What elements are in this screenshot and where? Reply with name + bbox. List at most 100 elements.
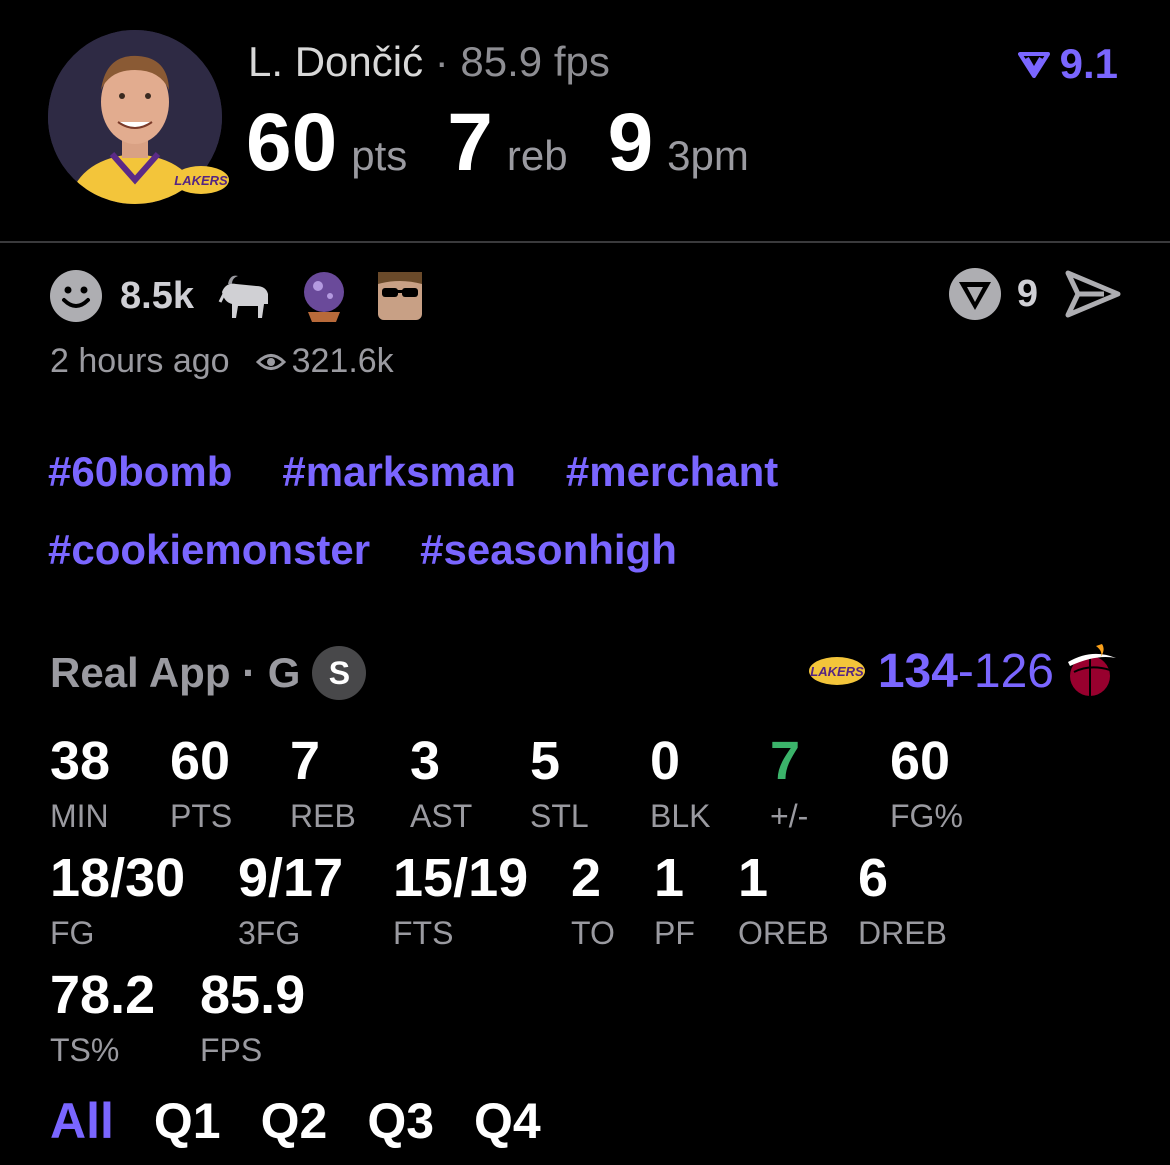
stat-label: STL [530, 798, 589, 834]
rebounds-unit: reb [506, 132, 568, 179]
send-icon[interactable] [1064, 269, 1122, 319]
post-actions: 9 [947, 266, 1122, 322]
post-time: 2 hours ago [50, 342, 230, 380]
goat-icon[interactable] [216, 268, 274, 324]
stat-label: AST [410, 798, 473, 834]
stat-value: 7 [770, 731, 801, 791]
view-count-value: 321.6k [291, 342, 394, 380]
source-line: Real App · G S [50, 646, 367, 700]
stat-label: FPS [200, 1032, 263, 1068]
heat-logo-icon [1068, 644, 1116, 696]
stat-value: 18/30 [50, 848, 186, 908]
fantasy-points: 85.9 fps [460, 38, 610, 85]
rating-value: 9.1 [1059, 40, 1118, 87]
stat-value: 9/17 [238, 848, 344, 908]
stat-value: 7 [290, 731, 321, 791]
post-meta: 2 hours ago 321.6k [50, 342, 394, 381]
svg-text:LAKERS: LAKERS [810, 664, 864, 679]
away-score: 126 [973, 644, 1054, 698]
stat-ast: 3 AST [410, 734, 472, 835]
eye-icon [255, 353, 286, 370]
threes-unit: 3pm [667, 132, 749, 179]
stat-oreb: 1 OREB [738, 851, 829, 952]
stat-value: 1 [738, 848, 769, 908]
hashtag[interactable]: #cookiemonster [48, 526, 370, 574]
game-score[interactable]: LAKERS 134-126 [808, 642, 1118, 700]
stat-min: 38 MIN [50, 734, 110, 835]
tab-q3[interactable]: Q3 [367, 1092, 434, 1150]
stat-value: 60 [890, 731, 951, 791]
reactions-bar: 8.5k [48, 268, 426, 324]
stat-value: 60 [170, 731, 231, 791]
hashtag[interactable]: #seasonhigh [420, 526, 677, 574]
view-count: 321.6k [255, 342, 394, 381]
stat-label: OREB [738, 915, 829, 951]
stat-label: TO [571, 915, 615, 951]
stat-label: 3FG [238, 915, 301, 951]
points-unit: pts [351, 132, 408, 179]
stat-label: PF [654, 915, 695, 951]
stat-plus-minus: 7 +/- [770, 734, 808, 835]
hashtag[interactable]: #marksman [282, 448, 515, 496]
rating-badge[interactable]: 9.1 [1017, 40, 1118, 88]
rebounds-value: 7 [447, 97, 493, 188]
tab-q1[interactable]: Q1 [154, 1092, 221, 1150]
points-value: 60 [246, 97, 338, 188]
smile-reaction-icon[interactable] [48, 268, 104, 324]
stat-pf: 1 PF [654, 851, 695, 952]
stat-ts-pct: 78.2 TS% [50, 968, 155, 1069]
lakers-logo-icon: LAKERS [808, 657, 865, 685]
stat-value: 38 [50, 731, 111, 791]
tab-q4[interactable]: Q4 [474, 1092, 541, 1150]
stat-value: 0 [650, 731, 681, 791]
stat-reb: 7 REB [290, 734, 356, 835]
stat-value: 78.2 [50, 965, 156, 1025]
stat-value: 1 [654, 848, 685, 908]
rating-v-icon [1017, 52, 1050, 78]
stat-label: TS% [50, 1032, 120, 1068]
hashtag[interactable]: #merchant [566, 448, 778, 496]
score-dash: - [957, 644, 974, 698]
stat-fg-pct: 60 FG% [890, 734, 963, 835]
threes-value: 9 [607, 97, 654, 188]
stat-value: 5 [530, 731, 561, 791]
stat-value: 2 [571, 848, 602, 908]
tag-v-icon[interactable] [947, 266, 1003, 322]
stat-pts: 60 PTS [170, 734, 232, 835]
tab-all[interactable]: All [50, 1092, 114, 1150]
source-badge[interactable]: S [312, 646, 367, 700]
stat-value: 15/19 [393, 848, 529, 908]
quarter-tabs: All Q1 Q2 Q3 Q4 [50, 1092, 541, 1150]
stat-label: DREB [858, 915, 947, 951]
stat-label: FTS [393, 915, 454, 951]
stat-label: +/- [770, 798, 809, 834]
player-name-line: L. Dončić · 85.9 fps [248, 38, 610, 86]
sunglasses-avatar-icon[interactable] [374, 268, 426, 324]
lakers-logo-icon: LAKERS [172, 160, 230, 200]
separator: · [434, 38, 449, 85]
stat-blk: 0 BLK [650, 734, 710, 835]
svg-text:LAKERS: LAKERS [174, 173, 228, 188]
stat-label: BLK [650, 798, 711, 834]
tag-count: 9 [1016, 272, 1038, 315]
hashtags-row: #60bomb #marksman #merchant [48, 448, 778, 496]
stat-fts: 15/19 FTS [393, 851, 528, 952]
stat-label: FG% [890, 798, 963, 834]
stat-label: MIN [50, 798, 109, 834]
stat-summary: 60 pts 7 reb 9 3pm [246, 96, 789, 190]
stat-stl: 5 STL [530, 734, 589, 835]
divider [0, 241, 1170, 243]
stat-to: 2 TO [571, 851, 615, 952]
stat-label: PTS [170, 798, 233, 834]
stat-fps: 85.9 FPS [200, 968, 305, 1069]
tab-q2[interactable]: Q2 [261, 1092, 328, 1150]
stat-value: 6 [858, 848, 889, 908]
stat-fg: 18/30 FG [50, 851, 185, 952]
crystal-ball-icon[interactable] [296, 268, 352, 324]
home-score: 134 [877, 644, 958, 698]
score-line: 134-126 [878, 644, 1054, 699]
player-name[interactable]: L. Dončić [248, 38, 423, 85]
stat-dreb: 6 DREB [858, 851, 947, 952]
hashtag[interactable]: #60bomb [48, 448, 232, 496]
stat-label: REB [290, 798, 356, 834]
